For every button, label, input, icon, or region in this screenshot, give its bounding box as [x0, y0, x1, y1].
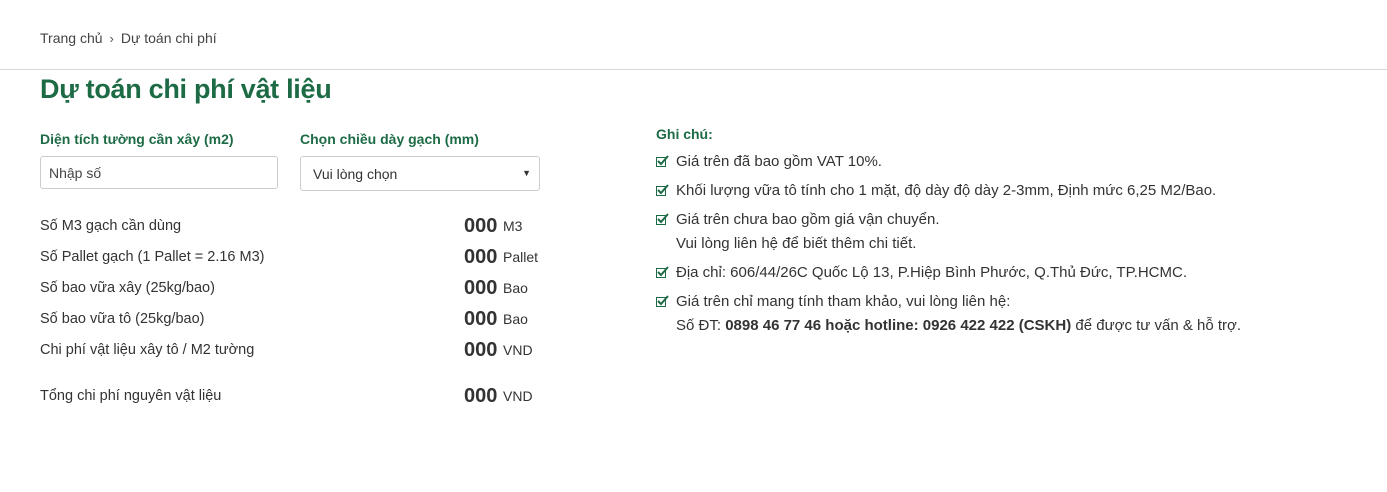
result-label: Số M3 gạch cần dùng [40, 218, 182, 234]
result-unit: VND [503, 342, 533, 358]
breadcrumb: Trang chủ › Dự toán chi phí [40, 30, 217, 46]
total-unit: VND [503, 388, 533, 404]
result-value: 000 [464, 277, 498, 299]
checkbox-checked-icon [656, 266, 669, 278]
note-text: Vui lòng liên hệ để biết thêm chi tiết. [676, 235, 917, 252]
note-text: Giá trên đã bao gồm VAT 10%. [676, 153, 882, 170]
result-value: 000 [464, 308, 498, 330]
total-value: 000 [464, 385, 498, 407]
result-label: Số bao vữa xây (25kg/bao) [40, 280, 215, 296]
area-label: Diện tích tường cần xây (m2) [40, 131, 234, 147]
result-row-cost-per-m2: Chi phí vật liệu xây tô / M2 tường 000 V… [40, 339, 540, 363]
result-label: Số Pallet gạch (1 Pallet = 2.16 M3) [40, 249, 265, 265]
thickness-label: Chọn chiều dày gạch (mm) [300, 131, 479, 147]
note-text: để được tư vấn & hỗ trợ. [1071, 317, 1242, 334]
breadcrumb-current: Dự toán chi phí [120, 30, 217, 46]
result-unit: M3 [503, 218, 523, 234]
result-unit: Pallet [503, 249, 539, 265]
caret-down-icon: ▼ [522, 168, 531, 178]
result-unit: Bao [503, 280, 528, 296]
note-text: Số ĐT: [676, 317, 726, 334]
result-row-pallets: Số Pallet gạch (1 Pallet = 2.16 M3) 000 … [40, 246, 540, 270]
thickness-select-value: Vui lòng chọn [313, 165, 398, 182]
page-title: Dự toán chi phí vật liệu [40, 74, 332, 104]
notes-panel: Ghi chú: Giá trên đã bao gồm VAT 10%. Kh… [656, 126, 1356, 343]
result-row-mortar-build: Số bao vữa xây (25kg/bao) 000 Bao [40, 277, 540, 301]
checkbox-checked-icon [656, 184, 669, 196]
note-item: Giá trên chưa bao gồm giá vận chuyển. Vu… [656, 208, 1356, 256]
note-text: Giá trên chỉ mang tính tham khảo, vui lò… [676, 293, 1011, 310]
header-divider [0, 69, 1387, 70]
checkbox-checked-icon [656, 213, 669, 225]
result-label: Số bao vữa tô (25kg/bao) [40, 311, 205, 327]
result-unit: Bao [503, 311, 528, 327]
note-text: Giá trên chưa bao gồm giá vận chuyển. [676, 211, 940, 228]
notes-title: Ghi chú: [656, 126, 713, 142]
note-item: Địa chỉ: 606/44/26C Quốc Lộ 13, P.Hiệp B… [656, 261, 1356, 285]
chevron-right-icon: › [109, 30, 114, 46]
note-item: Khối lượng vữa tô tính cho 1 mặt, độ dày… [656, 179, 1356, 203]
checkbox-checked-icon [656, 155, 669, 167]
result-label: Chi phí vật liệu xây tô / M2 tường [40, 342, 255, 358]
total-label: Tổng chi phí nguyên vật liệu [40, 388, 222, 404]
note-text: Địa chỉ: 606/44/26C Quốc Lộ 13, P.Hiệp B… [676, 264, 1187, 281]
breadcrumb-home-link[interactable]: Trang chủ [40, 30, 103, 46]
result-row-mortar-plaster: Số bao vữa tô (25kg/bao) 000 Bao [40, 308, 540, 332]
result-row-total: Tổng chi phí nguyên vật liệu 000 VND [40, 385, 540, 409]
thickness-select[interactable]: Vui lòng chọn ▼ [300, 156, 540, 191]
area-input[interactable] [40, 156, 278, 189]
result-value: 000 [464, 215, 498, 237]
checkbox-checked-icon [656, 295, 669, 307]
result-value: 000 [464, 246, 498, 268]
contact-phone: 0898 46 77 46 hoặc hotline: 0926 422 422… [725, 317, 1072, 334]
note-item: Giá trên đã bao gồm VAT 10%. [656, 150, 1356, 174]
note-text: Khối lượng vữa tô tính cho 1 mặt, độ dày… [676, 182, 1217, 199]
result-row-bricks-m3: Số M3 gạch cần dùng 000 M3 [40, 215, 540, 239]
note-item: Giá trên chỉ mang tính tham khảo, vui lò… [656, 290, 1356, 338]
result-value: 000 [464, 339, 498, 361]
